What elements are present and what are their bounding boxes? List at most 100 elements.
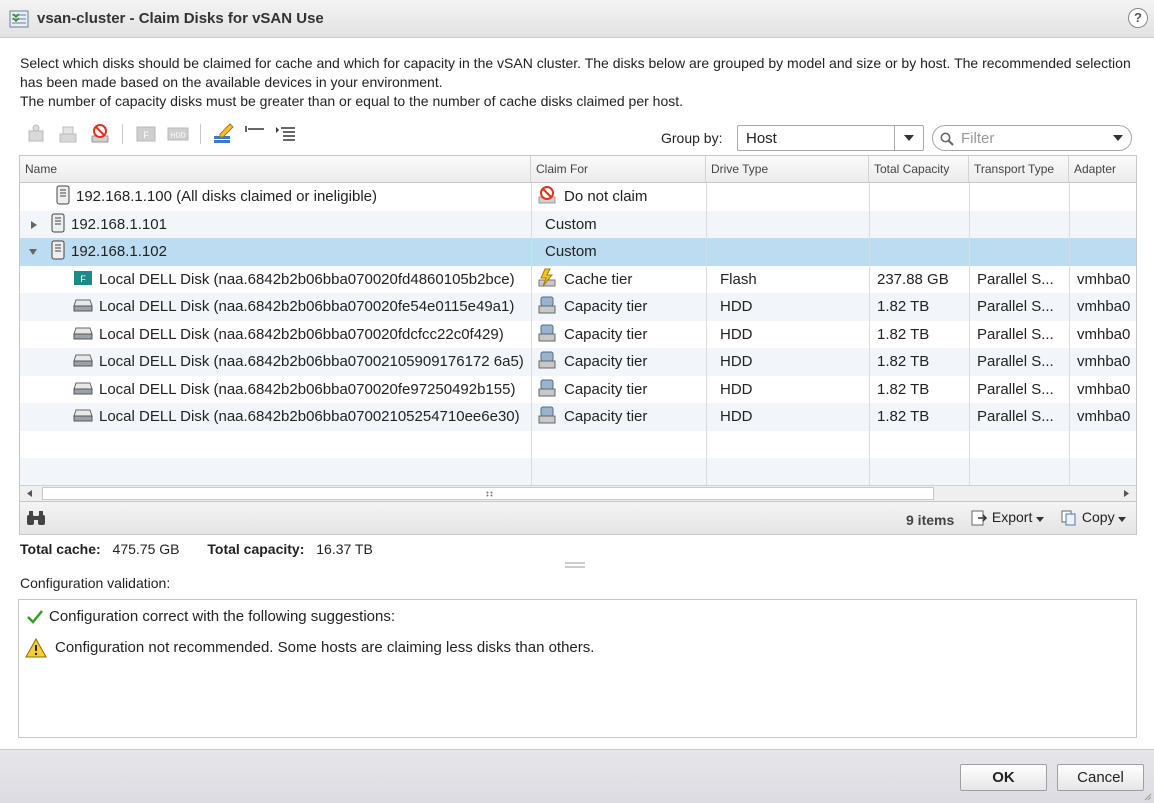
capacity-tier-icon bbox=[538, 324, 556, 342]
row-claim: Cache tier bbox=[564, 270, 633, 288]
svg-text:F: F bbox=[80, 274, 86, 284]
resize-grip-icon[interactable] bbox=[1142, 791, 1152, 801]
scroll-right-icon[interactable] bbox=[1124, 490, 1129, 497]
do-not-claim-icon bbox=[538, 186, 556, 204]
svg-text:F: F bbox=[143, 130, 149, 140]
copy-button[interactable]: Copy bbox=[1060, 509, 1127, 527]
row-name: Local DELL Disk (naa.6842b2b06bba0700210… bbox=[99, 408, 520, 425]
cluster-icon bbox=[9, 10, 29, 28]
total-capacity-value: 16.37 TB bbox=[316, 541, 373, 557]
capacity-tier-icon bbox=[538, 351, 556, 369]
row-drive-type: HDD bbox=[720, 298, 753, 315]
row-claim: Capacity tier bbox=[564, 298, 648, 315]
row-adapter: vmhba0 bbox=[1077, 270, 1131, 288]
dialog-title: vsan-cluster - Claim Disks for vSAN Use bbox=[37, 10, 324, 27]
scrollbar-thumb[interactable] bbox=[42, 487, 934, 500]
capacity-tier-icon bbox=[538, 379, 556, 397]
row-drive-type: Flash bbox=[720, 270, 757, 288]
ok-button[interactable]: OK bbox=[960, 764, 1047, 791]
row-drive-type: HDD bbox=[720, 353, 753, 370]
hdd-icon bbox=[73, 327, 93, 340]
grid-header: Name Claim For Drive Type Total Capacity… bbox=[20, 156, 1136, 183]
splitter-handle[interactable] bbox=[565, 562, 585, 568]
cancel-button[interactable]: Cancel bbox=[1057, 764, 1144, 791]
collapse-icon[interactable] bbox=[244, 122, 268, 146]
row-name: Local DELL Disk (naa.6842b2b06bba070020f… bbox=[99, 325, 504, 343]
cache-tier-icon bbox=[538, 268, 556, 287]
search-icon bbox=[940, 132, 954, 146]
row-drive-type: HDD bbox=[720, 408, 753, 425]
validation-success-text: Configuration correct with the following… bbox=[49, 608, 396, 625]
hdd-icon bbox=[73, 409, 93, 422]
validation-warning-text: Configuration not recommended. Some host… bbox=[55, 638, 595, 656]
total-capacity-label: Total capacity: bbox=[207, 541, 305, 557]
column-header-total-capacity[interactable]: Total Capacity bbox=[869, 156, 969, 182]
row-transport: Parallel S... bbox=[977, 353, 1054, 370]
checkmark-icon bbox=[27, 610, 43, 624]
row-adapter: vmhba0 bbox=[1077, 408, 1131, 425]
flash-disk-icon: F bbox=[74, 270, 92, 285]
filter-input[interactable] bbox=[959, 129, 1109, 147]
column-header-adapter[interactable]: Adapter bbox=[1069, 156, 1136, 182]
row-transport: Parallel S... bbox=[977, 298, 1054, 315]
export-button[interactable]: Export bbox=[970, 509, 1045, 527]
row-capacity: 1.82 TB bbox=[877, 298, 930, 315]
column-header-name[interactable]: Name bbox=[20, 156, 531, 182]
row-transport: Parallel S... bbox=[977, 380, 1054, 398]
row-capacity: 1.82 TB bbox=[877, 380, 930, 398]
collapse-arrow-icon[interactable] bbox=[29, 249, 37, 255]
grid-footer: 9 items Export Copy bbox=[19, 502, 1137, 535]
description-line-2: The number of capacity disks must be gre… bbox=[20, 93, 684, 109]
row-claim[interactable]: Custom bbox=[545, 211, 703, 239]
row-capacity: 237.88 GB bbox=[877, 270, 949, 288]
row-claim: Capacity tier bbox=[564, 325, 648, 343]
row-claim[interactable]: Custom bbox=[545, 238, 703, 266]
flash-disk-icon[interactable]: F bbox=[134, 122, 158, 146]
hdd-disk-icon[interactable]: HDD bbox=[166, 122, 190, 146]
row-name: Local DELL Disk (naa.6842b2b06bba070020f… bbox=[99, 380, 516, 398]
row-transport: Parallel S... bbox=[977, 270, 1054, 288]
claim-capacity-icon[interactable] bbox=[24, 122, 48, 146]
binoculars-icon[interactable] bbox=[26, 510, 46, 526]
title-bar: vsan-cluster - Claim Disks for vSAN Use … bbox=[0, 0, 1154, 38]
total-cache-value: 475.75 GB bbox=[112, 541, 180, 557]
row-adapter: vmhba0 bbox=[1077, 325, 1131, 343]
expand-all-icon[interactable] bbox=[274, 122, 298, 146]
capacity-tier-icon bbox=[538, 406, 556, 424]
host-icon bbox=[51, 240, 65, 260]
row-adapter: vmhba0 bbox=[1077, 353, 1131, 370]
row-name: Local DELL Disk (naa.6842b2b06bba0700210… bbox=[99, 353, 524, 370]
chevron-down-icon bbox=[1036, 517, 1045, 522]
config-validation-label: Configuration validation: bbox=[20, 575, 171, 591]
description: Select which disks should be claimed for… bbox=[20, 54, 1140, 111]
chevron-down-icon[interactable] bbox=[894, 126, 923, 150]
column-header-drive-type[interactable]: Drive Type bbox=[706, 156, 869, 182]
filter-box[interactable] bbox=[932, 125, 1132, 151]
edit-icon[interactable] bbox=[212, 122, 236, 146]
disk-grid: Name Claim For Drive Type Total Capacity… bbox=[19, 155, 1137, 502]
claim-cache-icon[interactable] bbox=[56, 122, 80, 146]
expand-arrow-icon[interactable] bbox=[31, 220, 37, 229]
row-claim: Capacity tier bbox=[564, 353, 648, 370]
help-button[interactable]: ? bbox=[1128, 8, 1148, 28]
total-cache-label: Total cache: bbox=[20, 541, 101, 557]
filter-dropdown-icon[interactable] bbox=[1113, 135, 1123, 141]
horizontal-scrollbar[interactable] bbox=[20, 485, 1136, 501]
column-header-claim-for[interactable]: Claim For bbox=[531, 156, 706, 182]
svg-text:HDD: HDD bbox=[170, 133, 185, 140]
column-header-transport-type[interactable]: Transport Type bbox=[969, 156, 1069, 182]
warning-icon bbox=[25, 637, 47, 658]
group-by-select[interactable]: Host bbox=[737, 125, 924, 151]
grip-icon bbox=[486, 491, 493, 497]
row-name: 192.168.1.100 (All disks claimed or inel… bbox=[76, 188, 377, 205]
scroll-left-icon[interactable] bbox=[27, 490, 32, 497]
description-line-1: Select which disks should be claimed for… bbox=[20, 55, 1131, 90]
row-transport: Parallel S... bbox=[977, 408, 1054, 425]
totals: Total cache: 475.75 GB Total capacity: 1… bbox=[20, 541, 373, 557]
do-not-claim-icon[interactable] bbox=[88, 122, 112, 146]
host-icon bbox=[51, 213, 65, 233]
dialog-button-bar: OK Cancel bbox=[0, 749, 1154, 803]
row-drive-type: HDD bbox=[720, 325, 753, 343]
row-name: Local DELL Disk (naa.6842b2b06bba070020f… bbox=[99, 298, 515, 315]
row-name: 192.168.1.102 bbox=[71, 243, 167, 260]
